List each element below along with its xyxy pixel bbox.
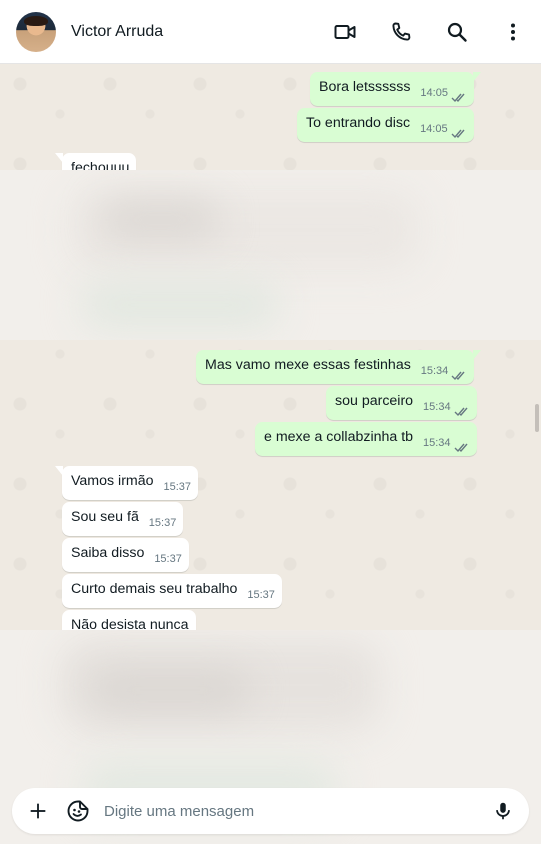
message-text: e mexe a collabzinha tb (264, 429, 414, 445)
message-input[interactable] (104, 802, 491, 820)
message-meta: 15:37 (247, 586, 275, 605)
contact-name[interactable]: Victor Arruda (71, 23, 163, 41)
message-text: To entrando disc (306, 115, 411, 131)
message-time: 15:34 (420, 365, 449, 377)
double-check-icon (454, 407, 468, 417)
contact-avatar[interactable] (16, 11, 56, 52)
message-bubble-incoming[interactable]: Vamos irmão 15:37 (54, 466, 199, 500)
message-time: 15:37 (154, 553, 182, 565)
message-bubble-incoming[interactable]: Curto demais seu trabalho 15:37 (62, 574, 282, 608)
video-call-icon[interactable] (333, 20, 357, 44)
message-time: 15:34 (423, 401, 451, 413)
message-time: 14:05 (420, 87, 448, 99)
double-check-icon (454, 443, 468, 453)
message-bubble-incoming[interactable]: Saiba disso 15:37 (62, 538, 189, 572)
message-meta: 15:37 (149, 514, 177, 533)
message-meta: 15:34 (421, 362, 468, 381)
chat-scrollbar[interactable] (535, 404, 539, 432)
message-time: 15:37 (247, 589, 275, 601)
message-text: Curto demais seu trabalho (71, 581, 238, 597)
more-options-icon[interactable] (501, 20, 525, 44)
microphone-icon[interactable] (491, 799, 515, 823)
message-text: Vamos irmão (71, 473, 154, 489)
double-check-icon (451, 129, 465, 139)
blurred-region (0, 170, 541, 340)
message-bubble-incoming[interactable]: Sou seu fã 15:37 (62, 502, 184, 536)
message-time: 15:37 (148, 517, 177, 529)
message-meta: 15:34 (423, 398, 470, 417)
message-bubble-outgoing[interactable]: e mexe a collabzinha tb 15:34 (255, 422, 477, 456)
message-meta: 15:37 (163, 478, 191, 497)
message-composer (12, 788, 529, 834)
message-meta: 14:05 (420, 84, 467, 103)
message-time: 15:37 (163, 481, 192, 493)
message-text: Sou seu fã (71, 509, 139, 525)
message-text: Mas vamo mexe essas festinhas (205, 357, 411, 373)
plus-icon[interactable] (26, 799, 50, 823)
message-bubble-outgoing[interactable]: sou parceiro 15:34 (326, 386, 477, 420)
double-check-icon (451, 93, 465, 103)
message-meta: 15:34 (423, 434, 470, 453)
chat-header: Victor Arruda (0, 0, 541, 64)
message-bubble-outgoing[interactable]: To entrando disc 14:05 (297, 108, 474, 142)
message-text: Saiba disso (71, 545, 145, 561)
message-bubble-outgoing[interactable]: Bora letssssss 14:05 (310, 72, 481, 106)
header-actions (301, 20, 525, 44)
message-time: 15:34 (423, 437, 451, 449)
search-icon[interactable] (445, 20, 469, 44)
message-text: Bora letssssss (319, 79, 411, 95)
message-text: sou parceiro (335, 393, 414, 409)
voice-call-icon[interactable] (389, 20, 413, 44)
chat-panel[interactable]: Bora letssssss 14:05 To entrando disc 14… (0, 64, 541, 844)
message-meta: 15:37 (154, 550, 182, 569)
message-meta: 14:05 (420, 120, 467, 139)
sticker-icon[interactable] (66, 799, 90, 823)
double-check-icon (451, 371, 465, 381)
message-bubble-outgoing[interactable]: Mas vamo mexe essas festinhas 15:34 (196, 350, 482, 384)
message-time: 14:05 (420, 123, 448, 135)
